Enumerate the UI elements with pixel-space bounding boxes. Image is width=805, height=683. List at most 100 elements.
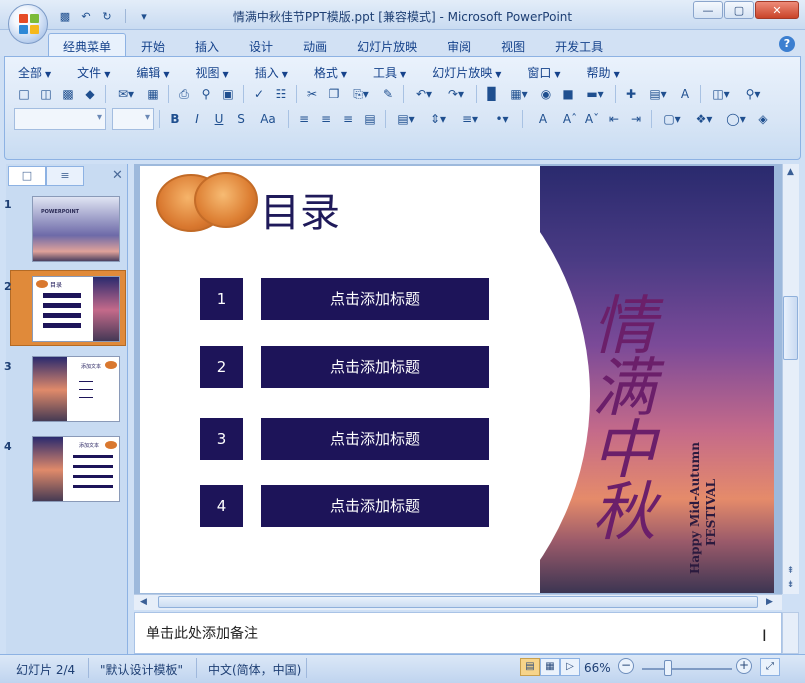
vertical-scrollbar[interactable]: ▲ ⇞ ⇟ (782, 164, 799, 594)
fit-to-window-icon[interactable]: ⤢ (760, 658, 780, 676)
slide-thumbnail-4[interactable]: 添加文本 (32, 436, 120, 502)
toc-title-1[interactable]: 点击添加标题 (261, 278, 489, 320)
align-right-icon[interactable]: ≡ (338, 109, 358, 129)
toc-title-4[interactable]: 点击添加标题 (261, 485, 489, 527)
grow-font-icon[interactable]: Aˆ (560, 109, 580, 129)
slide-sorter-view-icon[interactable]: ▦ (540, 658, 560, 676)
bullets-icon[interactable]: •▾ (487, 109, 517, 129)
copy-icon[interactable]: ❐ (324, 84, 344, 104)
table-icon[interactable]: ▦▾ (504, 84, 534, 104)
paste-icon[interactable]: ⎘▾ (346, 84, 376, 104)
zoom-in-icon[interactable]: + (736, 658, 752, 674)
shape-fill-icon[interactable]: ◈ (753, 109, 773, 129)
toc-number-4[interactable]: 4 (200, 485, 243, 527)
align-left-icon[interactable]: ≡ (294, 109, 314, 129)
permission-icon[interactable]: ◆ (80, 84, 100, 104)
chart-icon[interactable]: ▉ (482, 84, 502, 104)
office-button[interactable] (8, 4, 48, 44)
toc-number-3[interactable]: 3 (200, 418, 243, 460)
toc-title-2[interactable]: 点击添加标题 (261, 346, 489, 388)
menu-view[interactable]: 视图 ▼ (186, 62, 239, 83)
toc-title-3[interactable]: 点击添加标题 (261, 418, 489, 460)
close-button[interactable]: ✕ (755, 1, 799, 19)
clipart-icon[interactable]: ◉ (536, 84, 556, 104)
print-preview-icon[interactable]: ⚲ (196, 84, 216, 104)
underline-button[interactable]: U (209, 109, 229, 129)
language-indicator[interactable]: 中文(简体，中国) (208, 661, 301, 678)
shadow-button[interactable]: S (231, 109, 251, 129)
previous-slide-icon[interactable]: ⇞ (783, 564, 798, 578)
arrange-icon[interactable]: ❖▾ (689, 109, 719, 129)
font-name-select[interactable] (14, 108, 106, 130)
help-icon[interactable]: ? (779, 36, 795, 52)
quick-styles-icon[interactable]: ◯▾ (721, 109, 751, 129)
print-icon[interactable]: ⎙ (174, 84, 194, 104)
change-case-button[interactable]: Aa (253, 109, 283, 129)
decrease-indent-icon[interactable]: ⇤ (604, 109, 624, 129)
menu-slideshow[interactable]: 幻灯片放映 ▼ (422, 62, 511, 83)
zoom-out-icon[interactable]: − (618, 658, 634, 674)
toc-number-1[interactable]: 1 (200, 278, 243, 320)
scroll-up-icon[interactable]: ▲ (783, 165, 798, 179)
color-grayscale-icon[interactable]: ■ (558, 84, 578, 104)
research-icon[interactable]: ☷ (271, 84, 291, 104)
format-painter-icon[interactable]: ✎ (378, 84, 398, 104)
text-box-icon[interactable]: A (675, 84, 695, 104)
zoom-slider[interactable] (642, 668, 732, 670)
menu-tools[interactable]: 工具 ▼ (363, 62, 416, 83)
zoom-level[interactable]: 66% (584, 661, 611, 675)
numbering-icon[interactable]: ≡▾ (455, 109, 485, 129)
minimize-button[interactable]: — (693, 1, 723, 19)
outline-tab-icon[interactable]: ≡ (46, 166, 84, 186)
italic-button[interactable]: I (187, 109, 207, 129)
slide-thumbnail-3[interactable]: 添加文本 (32, 356, 120, 422)
menu-file[interactable]: 文件 ▼ (67, 62, 120, 83)
increase-indent-icon[interactable]: ⇥ (626, 109, 646, 129)
notes-scrollbar[interactable] (782, 612, 799, 654)
publish-icon[interactable]: ▦ (143, 84, 163, 104)
undo-icon[interactable]: ↶▾ (409, 84, 439, 104)
slide-thumbnail-2[interactable]: 目录 (32, 276, 120, 342)
menu-window[interactable]: 窗口 ▼ (517, 62, 570, 83)
normal-view-icon[interactable]: ▤ (520, 658, 540, 676)
scroll-right-icon[interactable]: ▶ (762, 595, 777, 609)
scroll-left-icon[interactable]: ◀ (136, 595, 151, 609)
menu-edit[interactable]: 编辑 ▼ (126, 62, 179, 83)
vertical-scroll-thumb[interactable] (783, 296, 798, 360)
zoom-icon[interactable]: ⚲▾ (738, 84, 768, 104)
columns-icon[interactable]: ▤▾ (391, 109, 421, 129)
justify-icon[interactable]: ▤ (360, 109, 380, 129)
email-icon[interactable]: ✉▾ (111, 84, 141, 104)
open-icon[interactable]: ◫ (36, 84, 56, 104)
grayscale-view-icon[interactable]: ▬▾ (580, 84, 610, 104)
slide-design-icon[interactable]: ▤▾ (643, 84, 673, 104)
menu-format[interactable]: 格式 ▼ (304, 62, 357, 83)
folder-icon[interactable]: ◫▾ (706, 84, 736, 104)
maximize-button[interactable]: ▢ (724, 1, 754, 19)
new-slide-icon[interactable]: ✚ (621, 84, 641, 104)
slide-editor[interactable]: 目录 1 点击添加标题 2 点击添加标题 3 点击添加标题 4 点击添加标题 情… (140, 166, 774, 593)
font-size-select[interactable] (112, 108, 154, 130)
new-icon[interactable]: □ (14, 84, 34, 104)
next-slide-icon[interactable]: ⇟ (783, 578, 798, 592)
slide-layout-icon[interactable]: ▣ (218, 84, 238, 104)
font-color-button[interactable]: A (528, 109, 558, 129)
menu-insert[interactable]: 插入 ▼ (245, 62, 298, 83)
zoom-slider-handle[interactable] (664, 660, 672, 676)
slideshow-view-icon[interactable]: ▷ (560, 658, 580, 676)
text-direction-icon[interactable]: ⇕▾ (423, 109, 453, 129)
align-center-icon[interactable]: ≡ (316, 109, 336, 129)
shrink-font-icon[interactable]: Aˇ (582, 109, 602, 129)
menu-help[interactable]: 帮助 ▼ (577, 62, 630, 83)
bold-button[interactable]: B (165, 109, 185, 129)
notes-placeholder[interactable]: 单击此处添加备注 (146, 623, 258, 643)
slides-tab-icon[interactable]: □ (8, 166, 46, 186)
theme-name[interactable]: "默认设计模板" (100, 661, 183, 678)
horizontal-scroll-thumb[interactable] (158, 596, 758, 608)
close-icon[interactable]: ✕ (112, 168, 123, 183)
cut-icon[interactable]: ✂ (302, 84, 322, 104)
slide-thumbnail-1[interactable]: POWERPOINT (32, 196, 120, 262)
slide-title[interactable]: 目录 (260, 180, 340, 238)
menu-all[interactable]: 全部 ▼ (8, 62, 61, 83)
redo-icon[interactable]: ↷▾ (441, 84, 471, 104)
